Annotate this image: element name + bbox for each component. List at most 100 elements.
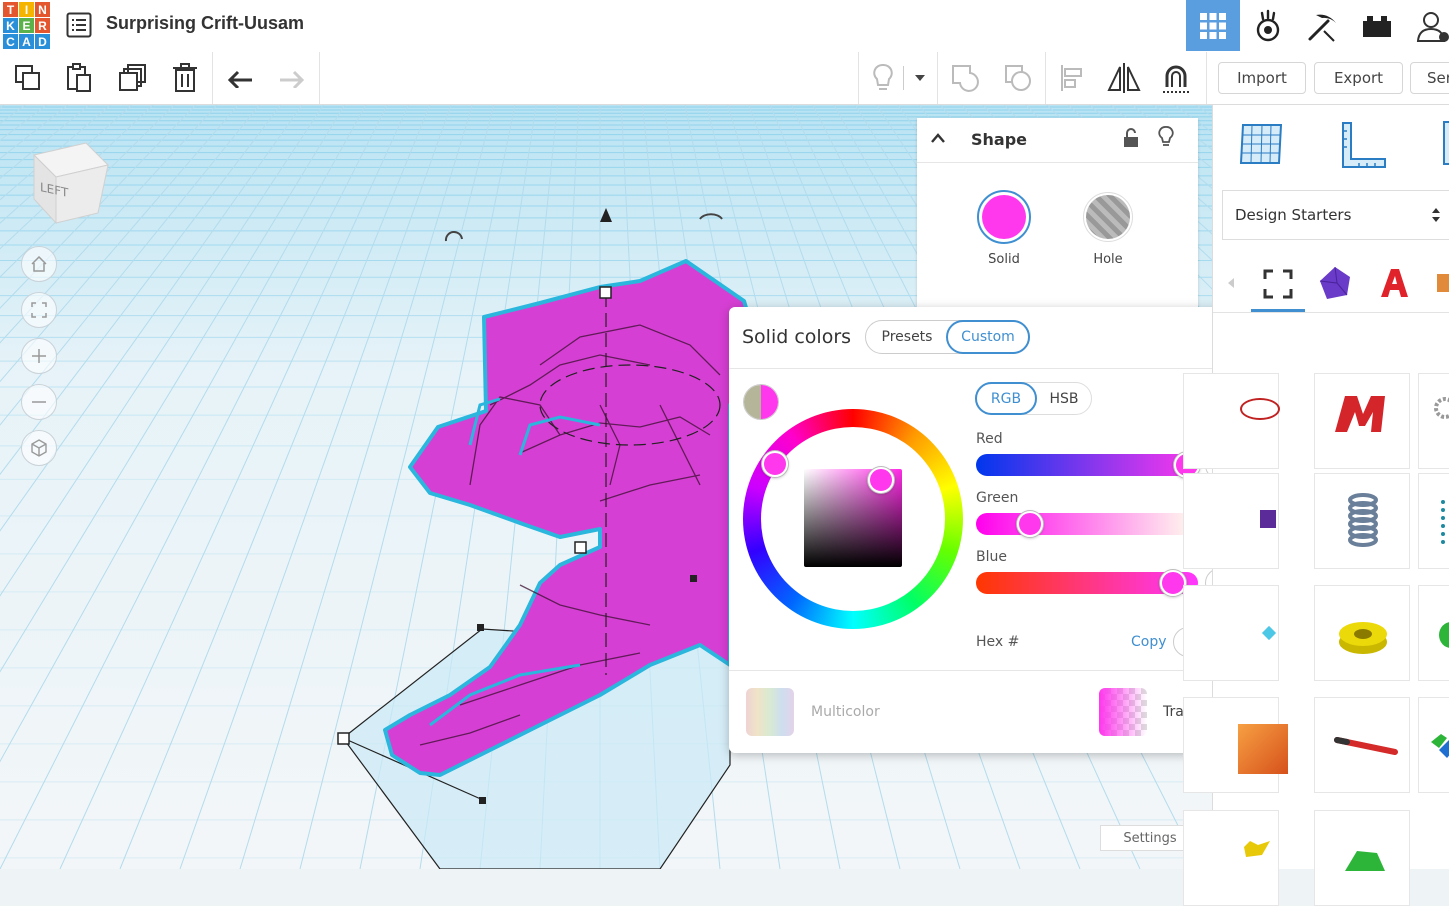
green-slider-handle[interactable] xyxy=(1017,511,1044,537)
shape-tile-teal[interactable] xyxy=(1418,473,1449,569)
mode-hsb[interactable]: HSB xyxy=(1038,383,1090,414)
ruler-tool[interactable] xyxy=(1339,121,1387,173)
chevron-up-icon[interactable] xyxy=(930,132,946,144)
top-header: T I N K E R C A D Surprising Crift-Uusam xyxy=(0,0,1449,53)
logo-letter: D xyxy=(35,34,50,49)
copy-icon xyxy=(15,65,40,90)
tinker-button[interactable] xyxy=(1241,0,1295,51)
view-cube[interactable]: LEFT xyxy=(26,135,116,225)
pickaxe-button[interactable] xyxy=(1296,0,1350,51)
hand-icon xyxy=(1256,9,1280,41)
green-slider[interactable] xyxy=(976,513,1198,535)
shape-tile-gear[interactable] xyxy=(1418,373,1449,469)
visibility-dropdown[interactable] xyxy=(906,52,934,104)
red-slider[interactable] xyxy=(976,454,1198,476)
ring-icon xyxy=(1339,622,1387,654)
solid-label: Solid xyxy=(988,252,1020,267)
shape-tile-star[interactable] xyxy=(1183,810,1279,906)
green-block-icon xyxy=(1345,851,1385,871)
logo-letter: T xyxy=(3,2,18,17)
mode-rgb[interactable]: RGB xyxy=(975,382,1037,415)
logo-letter: A xyxy=(19,34,34,49)
shape-tile-purple[interactable] xyxy=(1183,473,1279,569)
zoom-in-button[interactable] xyxy=(21,338,57,374)
paste-button[interactable] xyxy=(54,52,104,104)
toolbar-divider xyxy=(212,52,213,104)
group-button[interactable] xyxy=(940,52,990,104)
import-button[interactable]: Import xyxy=(1218,62,1306,94)
zoom-out-button[interactable] xyxy=(21,384,57,420)
tinkercad-logo[interactable]: T I N K E R C A D xyxy=(3,2,51,49)
fit-view-button[interactable] xyxy=(21,292,57,328)
perspective-button[interactable] xyxy=(21,430,57,466)
shape-tile-cyan[interactable] xyxy=(1183,585,1279,681)
profile-button[interactable] xyxy=(1405,0,1449,51)
blue-slider-handle[interactable] xyxy=(1159,570,1186,596)
filter-all-button[interactable] xyxy=(1251,258,1305,312)
home-view-button[interactable] xyxy=(21,246,57,282)
tiles-icon xyxy=(1431,734,1449,758)
toolbar-divider xyxy=(319,52,320,104)
align-icon xyxy=(1061,65,1082,91)
shape-tile-spring[interactable] xyxy=(1314,473,1410,569)
more-shapes-partial[interactable] xyxy=(1437,274,1449,292)
cruise-button[interactable] xyxy=(1151,52,1201,104)
shape-tile-ring[interactable] xyxy=(1314,585,1410,681)
document-title[interactable]: Surprising Crift-Uusam xyxy=(106,13,304,34)
delete-button[interactable] xyxy=(160,52,210,104)
pickaxe-icon xyxy=(1308,14,1336,42)
shape-tile-green[interactable] xyxy=(1418,585,1449,681)
align-button[interactable] xyxy=(1047,52,1097,104)
duplicate-button[interactable] xyxy=(108,52,158,104)
mirror-icon xyxy=(1107,63,1141,93)
logo-letter: N xyxy=(35,2,50,17)
cube-icon xyxy=(31,439,47,457)
gem-icon[interactable] xyxy=(1317,265,1353,301)
color-compare-swatch[interactable] xyxy=(743,384,779,420)
workplane-tool[interactable] xyxy=(1239,121,1285,171)
ruler-icon xyxy=(1342,122,1386,168)
letter-a-icon[interactable] xyxy=(1379,267,1409,299)
bricks-button[interactable] xyxy=(1350,0,1404,51)
transparent-swatch[interactable] xyxy=(1099,688,1147,736)
shape-category-value: Design Starters xyxy=(1235,206,1352,224)
send-to-button[interactable]: Ser xyxy=(1410,62,1449,94)
color-mode-toggle: RGB HSB xyxy=(975,382,1092,415)
copy-button[interactable] xyxy=(3,52,53,104)
show-all-button[interactable] xyxy=(858,52,908,104)
shape-inspector-header xyxy=(917,118,1198,163)
list-icon[interactable] xyxy=(66,12,92,38)
hue-handle[interactable] xyxy=(762,451,788,477)
shape-category-select[interactable]: Design Starters xyxy=(1222,190,1449,240)
solid-button[interactable] xyxy=(977,190,1031,244)
toolbar-divider xyxy=(1045,52,1046,104)
ungroup-button[interactable] xyxy=(993,52,1043,104)
shape-tile-pen[interactable] xyxy=(1314,697,1410,793)
multicolor-label[interactable]: Multicolor xyxy=(811,704,880,720)
export-button[interactable]: Export xyxy=(1314,62,1403,94)
popup-pointer xyxy=(991,294,1015,308)
shape-tile-orange-box[interactable] xyxy=(1183,697,1288,793)
lightbulb-icon[interactable] xyxy=(1158,126,1174,148)
shape-tile-letter-d[interactable] xyxy=(1314,810,1410,906)
mirror-button[interactable] xyxy=(1099,52,1149,104)
shape-tile-tiles[interactable] xyxy=(1418,697,1449,793)
shape-tile-letter-m[interactable] xyxy=(1314,373,1410,469)
hole-swatch xyxy=(1086,195,1130,239)
redo-button[interactable] xyxy=(267,52,317,104)
grid-view-button[interactable] xyxy=(1186,0,1240,51)
tab-custom[interactable]: Custom xyxy=(946,320,1030,354)
hole-button[interactable] xyxy=(1083,192,1133,242)
multicolor-swatch[interactable] xyxy=(746,688,794,736)
tab-presets[interactable]: Presets xyxy=(866,321,948,353)
copy-hex-button[interactable]: Copy xyxy=(1131,634,1167,650)
notes-tool[interactable] xyxy=(1443,121,1449,165)
shapes-panel: Design Starters xyxy=(1183,105,1449,906)
undo-button[interactable] xyxy=(215,52,265,104)
lock-icon[interactable] xyxy=(1123,128,1139,148)
shape-tile-torus[interactable] xyxy=(1183,373,1280,469)
chevron-left-icon[interactable] xyxy=(1227,278,1235,288)
brick-icon xyxy=(1363,15,1391,37)
group-icon xyxy=(952,65,979,92)
saturation-handle[interactable] xyxy=(868,467,894,493)
